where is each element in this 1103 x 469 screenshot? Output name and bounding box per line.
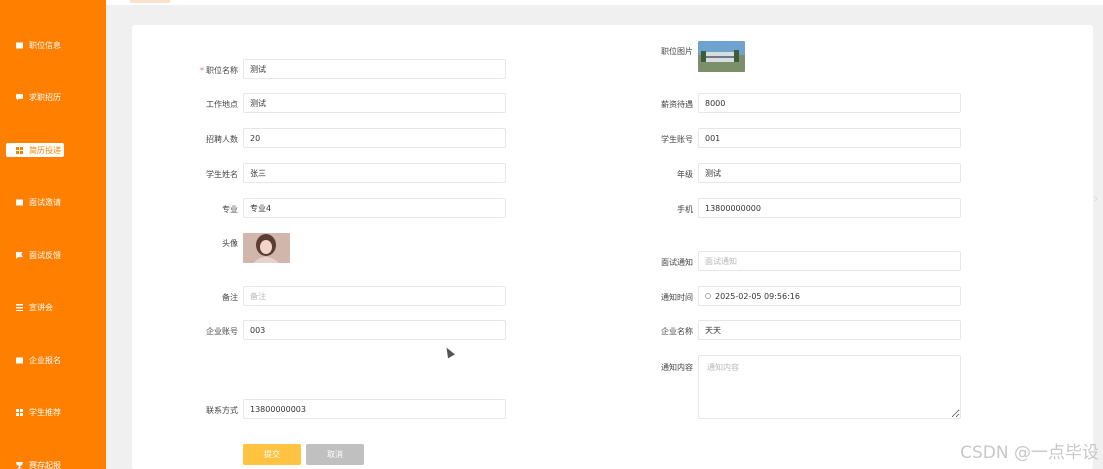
flag-icon [16,251,23,259]
company-name-input[interactable]: 天天 [698,320,961,340]
major-input[interactable]: 专业4 [243,198,506,218]
cancel-button[interactable]: 取消 [306,444,364,465]
sidebar-item-label: 企业报名 [29,355,61,365]
sidebar-item-competition[interactable]: 赛存起报 [0,455,106,469]
position-image[interactable] [698,41,745,72]
clock-icon [705,293,711,299]
remark-input[interactable]: 备注 [243,286,506,306]
document-icon [16,199,23,206]
student-name-label: 学生姓名 [206,170,238,179]
notice-time-label: 通知时间 [661,293,693,302]
sidebar-item-seminar[interactable]: 宣讲会 [0,297,106,317]
student-account-label: 学生账号 [661,135,693,144]
sidebar-item-label: 求职招历 [29,92,61,102]
grade-input[interactable]: 测试 [698,163,961,183]
avatar-photo-icon [243,233,290,263]
contact-input[interactable]: 13800000003 [243,399,506,419]
clipboard-icon [16,357,23,364]
major-label: 专业 [222,205,238,214]
phone-label: 手机 [677,205,693,214]
position-image-label: 职位图片 [661,47,693,56]
document-icon [16,42,23,49]
sidebar-item-label: 面试邀请 [29,197,61,207]
company-account-label: 企业账号 [206,327,238,336]
company-account-input[interactable]: 003 [243,320,506,340]
sidebar-item-resume-delivery[interactable]: 简历投递 [0,140,106,160]
avatar-label: 头像 [222,239,238,248]
chat-icon [16,93,23,101]
building-photo-icon [698,41,745,72]
grid-icon [16,146,23,154]
submit-button[interactable]: 提交 [243,444,301,465]
grade-label: 年级 [677,170,693,179]
contact-label: 联系方式 [206,406,238,415]
sidebar-item-resume[interactable]: 求职招历 [0,87,106,107]
sidebar-item-label: 宣讲会 [29,302,53,312]
interview-notice-label: 面试通知 [661,258,693,267]
phone-input[interactable]: 13800000000 [698,198,961,218]
sidebar: 职位信息 求职招历 简历投递 面试邀请 面试反馈 宣讲会 企业报名 学生推荐 赛… [0,0,106,469]
sidebar-item-label: 面试反馈 [29,250,61,260]
company-name-label: 企业名称 [661,327,693,336]
top-tab-strip [106,0,1103,5]
grid-icon [16,408,23,416]
sidebar-item-label: 赛存起报 [29,460,61,469]
trophy-icon [16,461,23,469]
sidebar-item-student-recommend[interactable]: 学生推荐 [0,402,106,422]
remark-label: 备注 [222,293,238,302]
sidebar-item-label: 学生推荐 [29,407,61,417]
salary-label: 薪资待遇 [661,100,693,109]
salary-input[interactable]: 8000 [698,93,961,113]
hiring-count-input[interactable]: 20 [243,128,506,148]
work-location-label: 工作地点 [206,100,238,109]
sidebar-item-label: 简历投递 [29,145,61,155]
sidebar-item-interview-feedback[interactable]: 面试反馈 [0,245,106,265]
hiring-count-label: 招聘人数 [206,135,238,144]
required-marker: * [200,66,204,75]
notice-content-textarea[interactable] [698,355,961,419]
position-name-label: * 职位名称 [200,66,238,75]
position-name-input[interactable]: 测试 [243,59,506,79]
list-icon [16,303,23,311]
notice-content-label: 通知内容 [661,363,693,372]
chevron-right-icon[interactable]: › [1093,192,1099,206]
notice-time-picker[interactable]: 2025-02-05 09:56:16 [698,286,961,306]
student-name-input[interactable]: 张三 [243,163,506,183]
sidebar-item-interview-invite[interactable]: 面试邀请 [0,192,106,212]
sidebar-item-job-info[interactable]: 职位信息 [0,35,106,55]
sidebar-item-company-signup[interactable]: 企业报名 [0,350,106,370]
active-tab-indicator[interactable] [130,0,170,3]
student-account-input[interactable]: 001 [698,128,961,148]
sidebar-item-label: 职位信息 [29,40,61,50]
avatar-image[interactable] [243,233,290,263]
interview-notice-input[interactable]: 面试通知 [698,251,961,271]
watermark: CSDN @一点毕设 [960,443,1099,463]
work-location-input[interactable]: 测试 [243,93,506,113]
